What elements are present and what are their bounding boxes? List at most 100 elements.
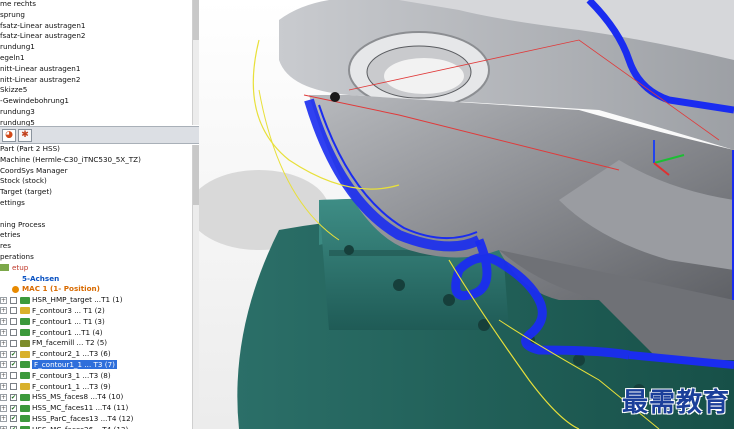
expand-icon[interactable]: + [0,296,7,304]
cam-tree-item[interactable]: perations [0,252,192,263]
operation-checkbox[interactable]: ✔ [10,361,17,369]
operation-label: HSR_HMP_target ...T1 (1) [32,295,123,305]
cam-manager-panel: me rechts sprung fsatz-Linear austragen1 fs… [0,0,199,429]
operation-label: F_contour1_1 ...T3 (9) [32,381,111,391]
operation-icon [20,383,30,391]
expand-icon[interactable]: + [0,350,7,358]
cam-tree-item[interactable]: Machine (Hermle-C30_iTNC530_5X_TZ) [0,155,192,166]
setup-label: etup [12,262,29,272]
operation-item[interactable]: + HSR_HMP_target ...T1 (1) [0,295,192,306]
operation-label: HSS_MS_faces8 ...T4 (10) [32,392,124,402]
operation-icon [20,415,30,423]
expand-icon[interactable]: + [0,339,7,347]
operation-checkbox[interactable] [10,339,17,347]
operation-item[interactable]: + ✔ F_contour1_1 ... T3 (7) [0,359,192,371]
cam-tree-item[interactable]: ettings [0,198,192,209]
cam-tree-item[interactable]: res [0,241,192,252]
hole-marker [330,92,340,102]
cam-tree-axis-node[interactable]: 5-Achsen [0,274,192,285]
operation-icon [20,372,30,380]
operation-checkbox[interactable] [10,318,17,326]
operation-icon [20,350,30,358]
operation-icon [20,339,30,347]
watermark-logo: 最需教育 [621,388,730,418]
toolpath-scene [199,0,734,429]
operation-checkbox[interactable] [10,307,17,315]
3d-viewport[interactable]: 最需教育 [199,0,734,429]
operation-checkbox[interactable]: ✔ [10,350,17,358]
feature-tree-item[interactable]: nitt-Linear austragen1 [0,64,192,75]
feature-tree-item[interactable]: sprung [0,10,192,21]
operation-label: F_contour1_1 ... T3 (7) [32,359,117,369]
feature-tree-item[interactable]: fsatz-Linear austragen2 [0,31,192,42]
setup-icon [0,264,9,272]
expand-icon[interactable]: + [0,329,7,337]
mac-icon [12,285,19,293]
feature-tree: me rechts sprung fsatz-Linear austragen1 fs… [0,0,192,129]
operation-icon [20,296,30,304]
expand-icon[interactable]: + [0,318,7,326]
star-tab-icon[interactable]: ✱ [18,129,32,142]
operation-checkbox[interactable] [10,296,17,304]
operation-label: HSS_MC_faces26 ...T4 (13) [32,425,128,429]
feature-tree-item[interactable]: -Gewindebohrung1 [0,96,192,107]
operation-checkbox[interactable] [10,329,17,337]
feature-tree-item[interactable]: Skizze5 [0,85,192,96]
panel-tab-bar: ◕ ✱ [0,126,199,144]
operation-label: FM_facemill ... T2 (5) [32,338,108,348]
operation-label: HSS_MC_faces11 ...T4 (11) [32,403,129,413]
operation-label: HSS_ParC_faces13 ...T4 (12) [32,413,134,423]
cam-tab-icon[interactable]: ◕ [2,129,16,142]
operation-label: F_contour3_1 ...T3 (8) [32,370,111,380]
feature-tree-item[interactable]: rundung1 [0,42,192,53]
operation-item[interactable]: + F_contour1 ... T1 (3) [0,317,192,328]
operation-checkbox[interactable] [10,372,17,380]
operation-checkbox[interactable]: ✔ [10,415,17,423]
feature-tree-item[interactable]: nitt-Linear austragen2 [0,75,192,86]
feature-tree-item[interactable]: rundung3 [0,107,192,118]
operation-checkbox[interactable]: ✔ [10,393,17,401]
cam-tree-item[interactable] [0,209,192,220]
operation-label: F_contour2_1 ...T3 (6) [32,349,111,359]
cam-tree-item[interactable]: Stock (stock) [0,176,192,187]
operation-item[interactable]: + ✔ F_contour2_1 ...T3 (6) [0,349,192,360]
expand-icon[interactable]: + [0,404,7,412]
feature-tree-item[interactable]: fsatz-Linear austragen1 [0,21,192,32]
operation-item[interactable]: + F_contour3_1 ...T3 (8) [0,371,192,382]
cam-tree-setup[interactable]: etup [0,263,192,274]
expand-icon[interactable]: + [0,393,7,401]
cam-tree-item[interactable]: ning Process [0,220,192,231]
operation-item[interactable]: + FM_facemill ... T2 (5) [0,338,192,349]
operation-icon [20,329,30,337]
expand-icon[interactable]: + [0,372,7,380]
expand-icon[interactable]: + [0,307,7,315]
operation-icon [20,404,30,412]
operation-item[interactable]: +✔HSS_MC_faces26 ...T4 (13) [0,425,192,429]
expand-icon[interactable]: + [0,361,7,369]
operation-item[interactable]: + ✔ HSS_ParC_faces13 ...T4 (12) [0,414,192,425]
feature-tree-scrollbar[interactable] [192,0,199,125]
operation-item[interactable]: + F_contour1_1 ...T3 (9) [0,382,192,393]
operation-icon [20,307,30,315]
operation-checkbox[interactable]: ✔ [10,404,17,412]
expand-icon[interactable]: + [0,415,7,423]
cam-tree-item[interactable]: CoordSys Manager [0,166,192,177]
feature-tree-item[interactable]: me rechts [0,0,192,10]
operation-checkbox[interactable] [10,383,17,391]
feature-tree-item[interactable]: egeln1 [0,53,192,64]
operation-icon [20,393,30,401]
cam-tree-item[interactable]: etries [0,230,192,241]
operation-item[interactable]: + ✔ HSS_MS_faces8 ...T4 (10) [0,392,192,403]
axis-label: 5-Achsen [22,273,60,283]
cam-tree-item[interactable]: Target (target) [0,187,192,198]
mac-label: MAC 1 (1- Position) [22,284,100,294]
operation-item[interactable]: + F_contour1 ...T1 (4) [0,328,192,339]
cam-tree-mac-node[interactable]: MAC 1 (1- Position) [0,284,192,295]
cam-tree-item[interactable]: Part (Part 2 HSS) [0,144,192,155]
operation-item[interactable]: + ✔ HSS_MC_faces11 ...T4 (11) [0,403,192,414]
expand-icon[interactable]: + [0,383,7,391]
operation-item[interactable]: + F_contour3 ... T1 (2) [0,306,192,317]
operation-label: F_contour3 ... T1 (2) [32,305,105,315]
cam-tree-scrollbar[interactable] [192,145,199,429]
operation-label: F_contour1 ... T1 (3) [32,316,105,326]
